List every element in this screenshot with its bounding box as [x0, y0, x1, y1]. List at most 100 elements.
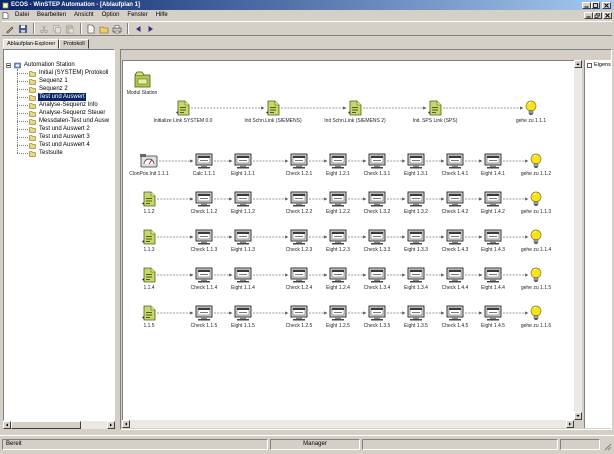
print-button[interactable] [111, 23, 123, 35]
calc-icon [195, 267, 213, 283]
calc-icon [446, 153, 464, 169]
back-button[interactable] [132, 23, 144, 35]
properties-panel[interactable]: Eigens [584, 60, 611, 428]
tree-item[interactable]: Test und Auswert 3 [4, 133, 114, 141]
explorer-tree-panel[interactable]: Automation Station Initial (SYSTEM) Proto… [3, 49, 115, 421]
calc-icon [368, 191, 386, 207]
tree-item[interactable]: Messdaten-Test und Ausw [4, 117, 114, 125]
menu-datei[interactable]: Datei [11, 10, 33, 20]
restore-icon [594, 12, 600, 18]
tab-ablaufplan-explorer[interactable]: Ablaufplan-Explorer [3, 39, 60, 49]
cut-icon [40, 24, 48, 33]
node-label: Eight 1.3.1 [404, 171, 428, 177]
properties-checkbox-icon[interactable] [587, 63, 592, 68]
node-label: Modul Station [126, 89, 158, 96]
save-icon [19, 24, 27, 33]
tree-item-label: Messdaten-Test und Ausw [39, 118, 110, 124]
node-label: Eight 1.3.2 [404, 209, 428, 215]
status-text: Bereit [2, 439, 268, 450]
calc-icon [195, 229, 213, 245]
menu-fenster[interactable]: Fenster [123, 10, 151, 20]
tree-item[interactable]: Initial (SYSTEM) Protokoll [4, 69, 114, 77]
node-label: Check 1.2.3 [285, 247, 313, 253]
forward-button[interactable] [145, 23, 157, 35]
child-restore-button[interactable] [593, 11, 602, 19]
close-button[interactable] [602, 1, 611, 9]
bulb-icon [530, 153, 542, 169]
node-label: 1.1.2 [143, 209, 155, 215]
maximize-button[interactable] [591, 1, 600, 9]
tree-item[interactable]: Sequenz 2 [4, 85, 114, 93]
tree-item[interactable]: Testsuite [4, 149, 114, 157]
doc-icon [142, 229, 156, 245]
tree-item[interactable]: Test und Auswert 2 [4, 125, 114, 133]
open-button[interactable] [98, 23, 110, 35]
resize-grip-icon[interactable] [603, 442, 612, 451]
doc-icon [142, 267, 156, 283]
node-label: Eight 1.1.5 [231, 323, 255, 329]
tree-item[interactable]: Analyse-Sequenz Info [4, 101, 114, 109]
child-close-button[interactable] [603, 11, 612, 19]
calc-icon [290, 305, 308, 321]
tab-protokoll[interactable]: Protokoll [59, 39, 89, 49]
collapse-toggle[interactable] [6, 62, 11, 68]
tree-item[interactable]: Analyse-Sequenz Steuer [4, 109, 114, 117]
menu-ansicht[interactable]: Ansicht [70, 10, 98, 20]
status-panel-empty [362, 439, 558, 450]
scroll-right-icon [110, 423, 112, 427]
tree-item[interactable]: Sequenz 1 [4, 77, 114, 85]
scroll-right-button[interactable] [107, 421, 115, 429]
title-bar: ECOS - WinSTEP Automation - [Ablaufplan … [0, 0, 614, 10]
minimize-icon [584, 6, 589, 7]
node-label: Eight 1.2.3 [326, 247, 350, 253]
node-label: Check 1.2.1 [285, 171, 313, 177]
new-button[interactable] [85, 23, 97, 35]
diagram-horizontal-scrollbar[interactable] [122, 420, 574, 428]
copy-button[interactable] [51, 23, 63, 35]
cut-button[interactable] [38, 23, 50, 35]
properties-label: Eigens [594, 62, 611, 68]
calc-icon [407, 153, 425, 169]
node-label: Check 1.4.4 [441, 285, 469, 291]
calc-icon [407, 191, 425, 207]
folder-icon [29, 94, 36, 101]
tree-root[interactable]: Automation Station [4, 61, 114, 69]
bulb-icon [530, 229, 542, 245]
child-minimize-button[interactable] [584, 11, 593, 19]
copy-icon [53, 24, 61, 33]
scroll-left-button[interactable] [3, 421, 11, 429]
diagram-canvas[interactable]: Modul Station Initialize Link SYSTEM 0.0 I… [122, 60, 574, 420]
scroll-up-button[interactable] [574, 60, 582, 68]
scroll-thumb[interactable] [11, 421, 81, 429]
node-label: gehe zu 1.1.5 [520, 285, 552, 291]
paste-button[interactable] [64, 23, 76, 35]
scroll-left-button[interactable] [122, 420, 130, 428]
tree-item-label: Test und Auswert [38, 93, 86, 101]
calc-icon [446, 267, 464, 283]
forward-icon [148, 25, 153, 32]
tree-item-label: Analyse-Sequenz Steuer [39, 110, 106, 116]
menu-hilfe[interactable]: Hilfe [152, 10, 172, 20]
tree-horizontal-scrollbar[interactable] [3, 421, 115, 429]
diagram-vertical-scrollbar[interactable] [574, 60, 582, 420]
status-bar: Bereit Manager [0, 435, 614, 452]
node-label: Check 1.1.5 [190, 323, 218, 329]
calc-icon [446, 191, 464, 207]
tree-item-label: Test und Auswert 2 [39, 126, 90, 132]
node-label: Eight 1.1.3 [231, 247, 255, 253]
document-menu-icon[interactable] [2, 11, 9, 19]
save-button[interactable] [17, 23, 29, 35]
pen-button[interactable] [4, 23, 16, 35]
minimize-button[interactable] [582, 1, 591, 9]
menu-bearbeiten[interactable]: Bearbeiten [33, 10, 70, 20]
scroll-right-button[interactable] [566, 420, 574, 428]
node-label: gehe zu 1.1.2 [520, 171, 552, 177]
node-label: 1.1.4 [143, 285, 155, 291]
menu-option[interactable]: Option [98, 10, 124, 20]
scroll-up-icon [576, 63, 580, 65]
calc-icon [329, 229, 347, 245]
tree-item[interactable]: Test und Auswert [4, 93, 114, 101]
scroll-down-button[interactable] [574, 412, 582, 420]
tree-item[interactable]: Test und Auswert 4 [4, 141, 114, 149]
calc-icon [484, 191, 502, 207]
